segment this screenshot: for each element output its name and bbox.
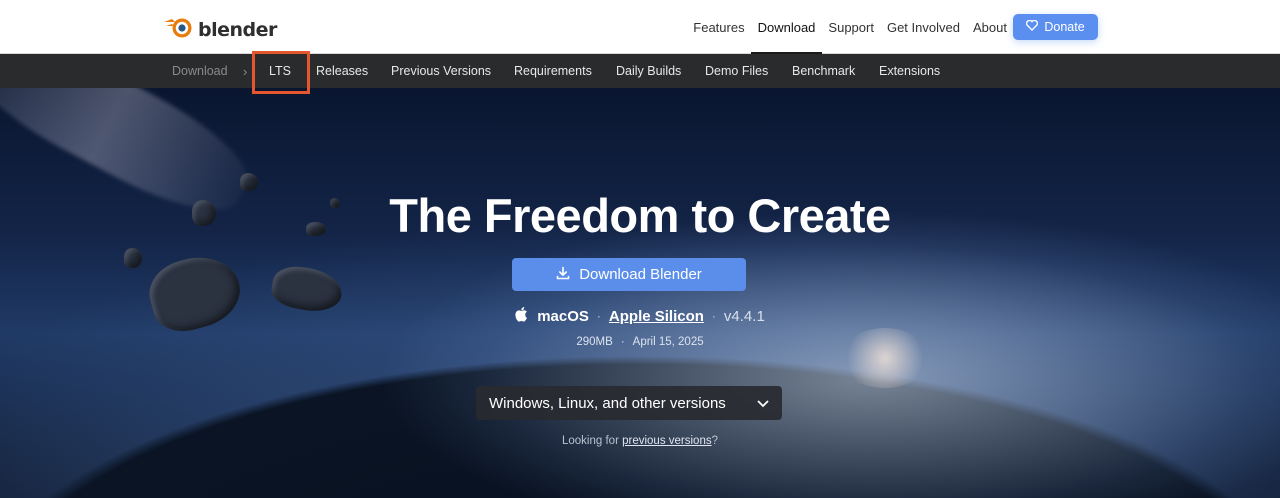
nav-get-involved[interactable]: Get Involved <box>880 0 966 54</box>
previous-versions-link[interactable]: previous versions <box>622 435 711 447</box>
chevron-down-icon <box>757 395 769 412</box>
blender-logo-icon <box>163 13 195 46</box>
download-icon <box>556 266 570 284</box>
architecture-link[interactable]: Apple Silicon <box>609 308 704 325</box>
heart-icon <box>1026 19 1039 34</box>
nav-about[interactable]: About <box>966 0 1013 54</box>
subnav-daily-builds[interactable]: Daily Builds <box>616 54 681 88</box>
file-size: 290MB <box>576 336 613 348</box>
subnav-benchmark[interactable]: Benchmark <box>792 54 855 88</box>
download-blender-button[interactable]: Download Blender <box>512 258 746 291</box>
release-meta: 290MB · April 15, 2025 <box>576 336 704 348</box>
nav-support[interactable]: Support <box>822 0 881 54</box>
other-versions-dropdown[interactable]: Windows, Linux, and other versions <box>476 386 782 420</box>
top-navigation: blender Features Download Support Get In… <box>0 0 1280 55</box>
subnav-demo-files[interactable]: Demo Files <box>705 54 768 88</box>
previous-versions-note: Looking for previous versions? <box>562 435 718 447</box>
version: v4.4.1 <box>723 307 765 325</box>
asteroid <box>124 248 142 268</box>
os-name: macOS <box>537 307 589 325</box>
donate-label: Donate <box>1044 20 1085 34</box>
hero-title: The Freedom to Create <box>389 189 891 242</box>
subnav-requirements[interactable]: Requirements <box>514 54 592 88</box>
download-label: Download Blender <box>579 266 702 283</box>
subnav-releases[interactable]: Releases <box>316 54 368 88</box>
breadcrumb-separator: › <box>243 63 248 79</box>
subnav-previous-versions[interactable]: Previous Versions <box>391 54 491 88</box>
breadcrumb-download[interactable]: Download <box>172 54 228 88</box>
blender-logo[interactable]: blender <box>163 13 277 46</box>
donate-button[interactable]: Donate <box>1013 14 1098 40</box>
os-info: macOS · Apple Silicon · v4.4.1 <box>0 306 1280 326</box>
other-versions-label: Windows, Linux, and other versions <box>489 394 726 412</box>
subnav-extensions[interactable]: Extensions <box>879 54 940 88</box>
nav-download[interactable]: Download <box>751 0 822 55</box>
hero-section: The Freedom to Create Download Blender m… <box>0 88 1280 498</box>
logo-text: blender <box>198 18 277 41</box>
apple-icon <box>515 306 529 326</box>
sub-navigation: Download › LTS Releases Previous Version… <box>0 54 1280 88</box>
nav-features[interactable]: Features <box>687 0 751 54</box>
release-date: April 15, 2025 <box>632 336 704 348</box>
subnav-lts[interactable]: LTS <box>269 54 291 88</box>
